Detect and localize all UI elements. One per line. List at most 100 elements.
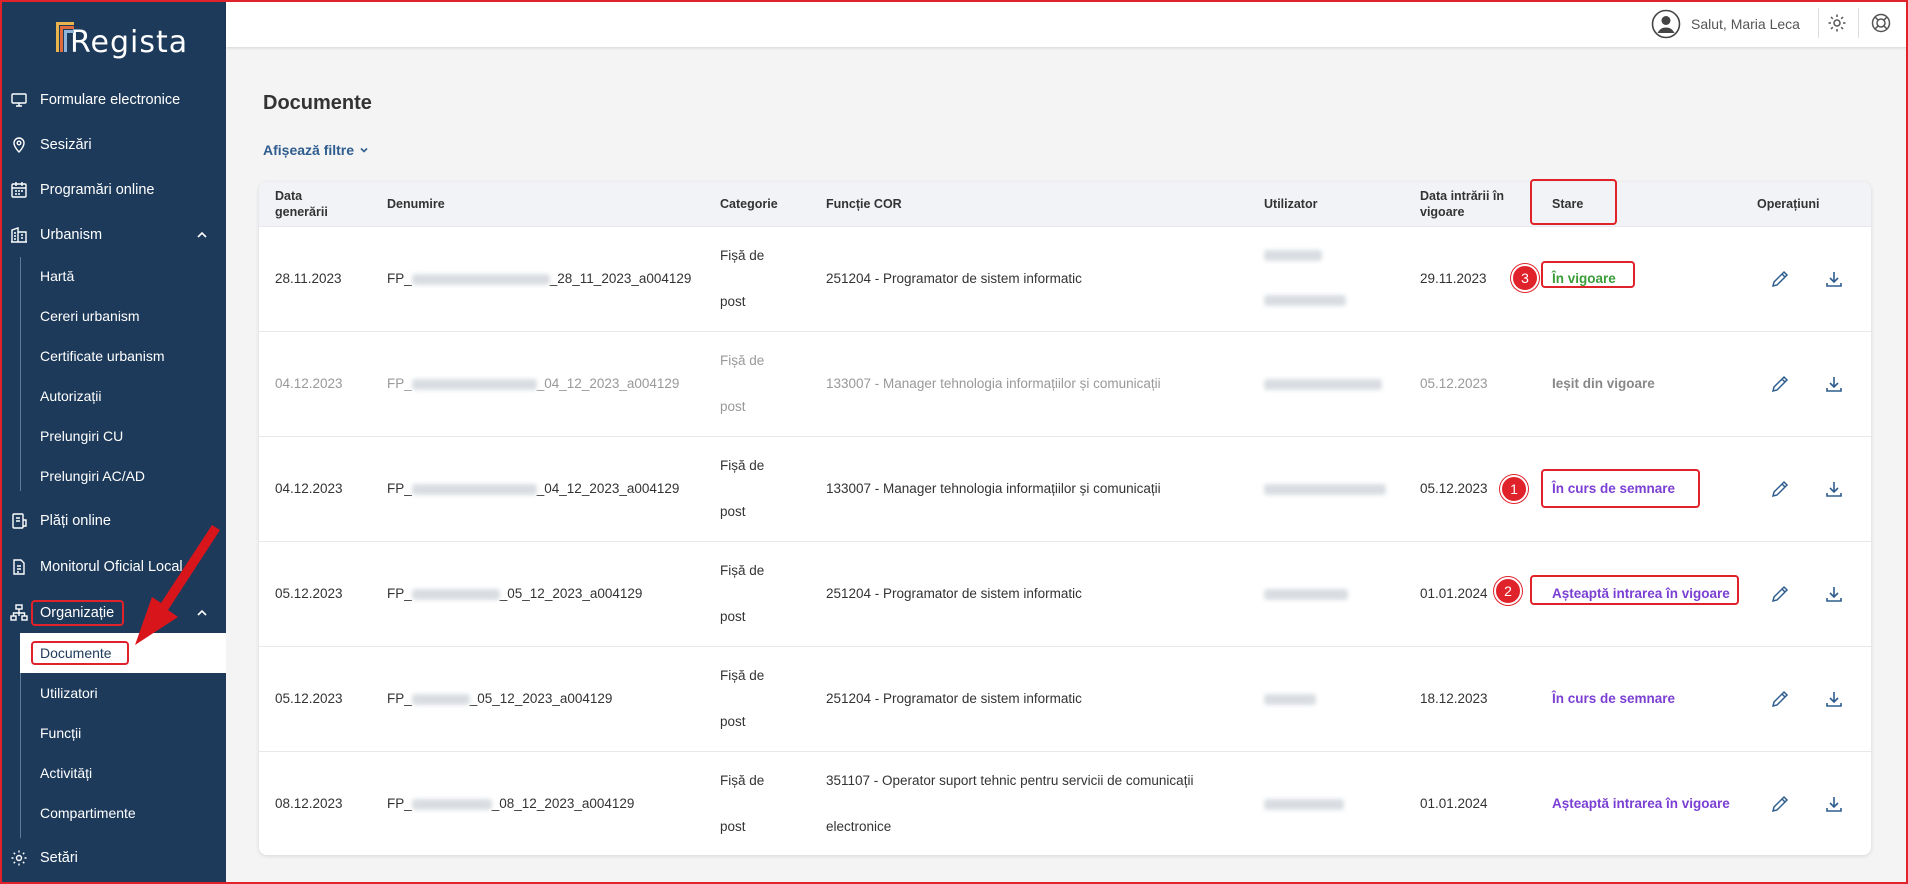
sidebar-item-programari[interactable]: Programări online bbox=[0, 170, 226, 210]
user-menu[interactable]: Salut, Maria Leca bbox=[1651, 0, 1800, 47]
sidebar-subitem-compartimente[interactable]: Compartimente bbox=[40, 798, 136, 828]
column-header-name[interactable]: Denumire bbox=[387, 196, 445, 212]
annotation-badge-1: 1 bbox=[1500, 475, 1528, 503]
show-filters-label: Afișează filtre bbox=[263, 142, 355, 158]
cell-name: FP_ _08_12_2023_a004129 bbox=[387, 796, 635, 811]
gear-icon bbox=[10, 849, 28, 867]
page-title: Documente bbox=[263, 92, 372, 114]
cell-user bbox=[1264, 796, 1344, 811]
table-row[interactable]: 05.12.2023 FP_ _05_12_2023_a004129 Fișă d… bbox=[259, 646, 1871, 751]
download-icon[interactable] bbox=[1824, 794, 1844, 814]
sidebar-item-label: Sesizări bbox=[40, 137, 92, 153]
sidebar: Regista Formulare electronice Sesizări P… bbox=[0, 0, 226, 884]
table-row[interactable]: 04.12.2023 FP_ _04_12_2023_a004129 Fișă d… bbox=[259, 331, 1871, 436]
logo-mark-icon bbox=[56, 22, 76, 58]
cell-user bbox=[1264, 247, 1346, 307]
cell-name: FP_ _05_12_2023_a004129 bbox=[387, 691, 613, 706]
edit-pencil-icon[interactable] bbox=[1770, 374, 1790, 394]
user-avatar-icon bbox=[1651, 9, 1681, 38]
cell-category: Fișă de post bbox=[720, 773, 765, 834]
sidebar-subitem-functii[interactable]: Funcții bbox=[40, 718, 81, 748]
status-badge: În curs de semnare bbox=[1552, 691, 1676, 706]
user-greeting: Salut, Maria Leca bbox=[1691, 15, 1800, 32]
cell-category: Fișă de post bbox=[720, 563, 765, 624]
column-header-category[interactable]: Categorie bbox=[720, 196, 778, 212]
column-header-user[interactable]: Utilizator bbox=[1264, 196, 1317, 212]
cell-date: 05.12.2023 bbox=[275, 586, 343, 601]
annotation-arrow bbox=[135, 525, 220, 645]
cell-user bbox=[1264, 481, 1386, 496]
sidebar-item-label: Formulare electronice bbox=[40, 92, 181, 108]
building-icon bbox=[10, 226, 28, 244]
annotation-box-status-header bbox=[1530, 179, 1617, 225]
edit-pencil-icon[interactable] bbox=[1770, 479, 1790, 499]
table-row[interactable]: 08.12.2023 FP_ _08_12_2023_a004129 Fișă d… bbox=[259, 751, 1871, 856]
sidebar-item-sesizari[interactable]: Sesizări bbox=[0, 125, 226, 165]
column-header-date-generated[interactable]: Data generării bbox=[275, 188, 328, 220]
cell-name: FP_ _04_12_2023_a004129 bbox=[387, 481, 680, 496]
annotation-box-status-1 bbox=[1541, 261, 1635, 288]
topbar-separator bbox=[1818, 8, 1819, 38]
gazette-icon bbox=[10, 558, 28, 576]
top-bar: Salut, Maria Leca bbox=[226, 0, 1908, 47]
edit-pencil-icon[interactable] bbox=[1770, 689, 1790, 709]
cell-effective-date: 05.12.2023 bbox=[1420, 376, 1488, 391]
sidebar-subitem-harta[interactable]: Hartă bbox=[40, 261, 74, 291]
cell-effective-date: 01.01.2024 bbox=[1420, 796, 1488, 811]
cell-effective-date: 05.12.2023 bbox=[1420, 481, 1488, 496]
cell-name: FP_ _05_12_2023_a004129 bbox=[387, 586, 643, 601]
column-header-operations: Operațiuni bbox=[1757, 197, 1820, 211]
cell-name: FP_ _28_11_2023_a004129 bbox=[387, 271, 692, 286]
chevron-down-icon bbox=[360, 147, 368, 153]
column-header-cor[interactable]: Funcție COR bbox=[826, 196, 902, 212]
cell-name: FP_ _04_12_2023_a004129 bbox=[387, 376, 680, 391]
sidebar-item-label: Plăți online bbox=[40, 513, 111, 529]
cell-cor: 133007 - Manager tehnologia informațiilo… bbox=[826, 376, 1161, 391]
edit-pencil-icon[interactable] bbox=[1770, 584, 1790, 604]
download-icon[interactable] bbox=[1824, 584, 1844, 604]
sidebar-subitem-activitati[interactable]: Activități bbox=[40, 758, 92, 788]
chevron-up-icon[interactable] bbox=[196, 229, 208, 241]
cell-category: Fișă de post bbox=[720, 668, 765, 729]
sidebar-item-urbanism[interactable]: Urbanism bbox=[0, 215, 226, 255]
download-icon[interactable] bbox=[1824, 374, 1844, 394]
cell-effective-date: 01.01.2024 bbox=[1420, 586, 1488, 601]
cell-cor: 251204 - Programator de sistem informati… bbox=[826, 586, 1082, 601]
cell-category: Fișă de post bbox=[720, 458, 765, 519]
sidebar-item-label: Setări bbox=[40, 850, 78, 866]
cell-category: Fișă de post bbox=[720, 353, 765, 414]
edit-pencil-icon[interactable] bbox=[1770, 269, 1790, 289]
sidebar-item-setari[interactable]: Setări bbox=[0, 838, 226, 878]
annotation-badge-2: 2 bbox=[1494, 577, 1522, 605]
calendar-icon bbox=[10, 181, 28, 199]
cell-user bbox=[1264, 586, 1348, 601]
status-badge: Ieșit din vigoare bbox=[1552, 376, 1655, 391]
settings-gear-icon[interactable] bbox=[1826, 12, 1848, 34]
help-lifebuoy-icon[interactable] bbox=[1870, 12, 1892, 34]
edit-pencil-icon[interactable] bbox=[1770, 794, 1790, 814]
sidebar-subitem-cereri-urbanism[interactable]: Cereri urbanism bbox=[40, 301, 140, 331]
cell-date: 05.12.2023 bbox=[275, 691, 343, 706]
download-icon[interactable] bbox=[1824, 479, 1844, 499]
cell-user bbox=[1264, 376, 1382, 391]
sidebar-subitem-prelungiri-cu[interactable]: Prelungiri CU bbox=[40, 421, 123, 451]
sidebar-subitem-utilizatori[interactable]: Utilizatori bbox=[40, 678, 98, 708]
status-badge: Așteaptă intrarea în vigoare bbox=[1552, 796, 1730, 811]
regista-logo[interactable]: Regista bbox=[56, 14, 188, 58]
sidebar-subitem-prelungiri-ac-ad[interactable]: Prelungiri AC/AD bbox=[40, 461, 145, 491]
sidebar-item-formulare[interactable]: Formulare electronice bbox=[0, 80, 226, 120]
map-pin-icon bbox=[10, 136, 28, 154]
org-chart-icon bbox=[10, 604, 28, 622]
cell-date: 04.12.2023 bbox=[275, 481, 343, 496]
column-header-date-effective[interactable]: Data intrării în vigoare bbox=[1420, 188, 1504, 220]
download-icon[interactable] bbox=[1824, 269, 1844, 289]
sidebar-subitem-certificate-urbanism[interactable]: Certificate urbanism bbox=[40, 341, 165, 371]
submenu-line bbox=[20, 257, 21, 491]
annotation-box-status-4 bbox=[1530, 575, 1739, 605]
payment-icon bbox=[10, 512, 28, 530]
sidebar-subitem-autorizatii[interactable]: Autorizații bbox=[40, 381, 101, 411]
show-filters-toggle[interactable]: Afișează filtre bbox=[263, 142, 370, 158]
monitor-icon bbox=[10, 91, 28, 109]
cell-category: Fișă de post bbox=[720, 248, 765, 309]
download-icon[interactable] bbox=[1824, 689, 1844, 709]
